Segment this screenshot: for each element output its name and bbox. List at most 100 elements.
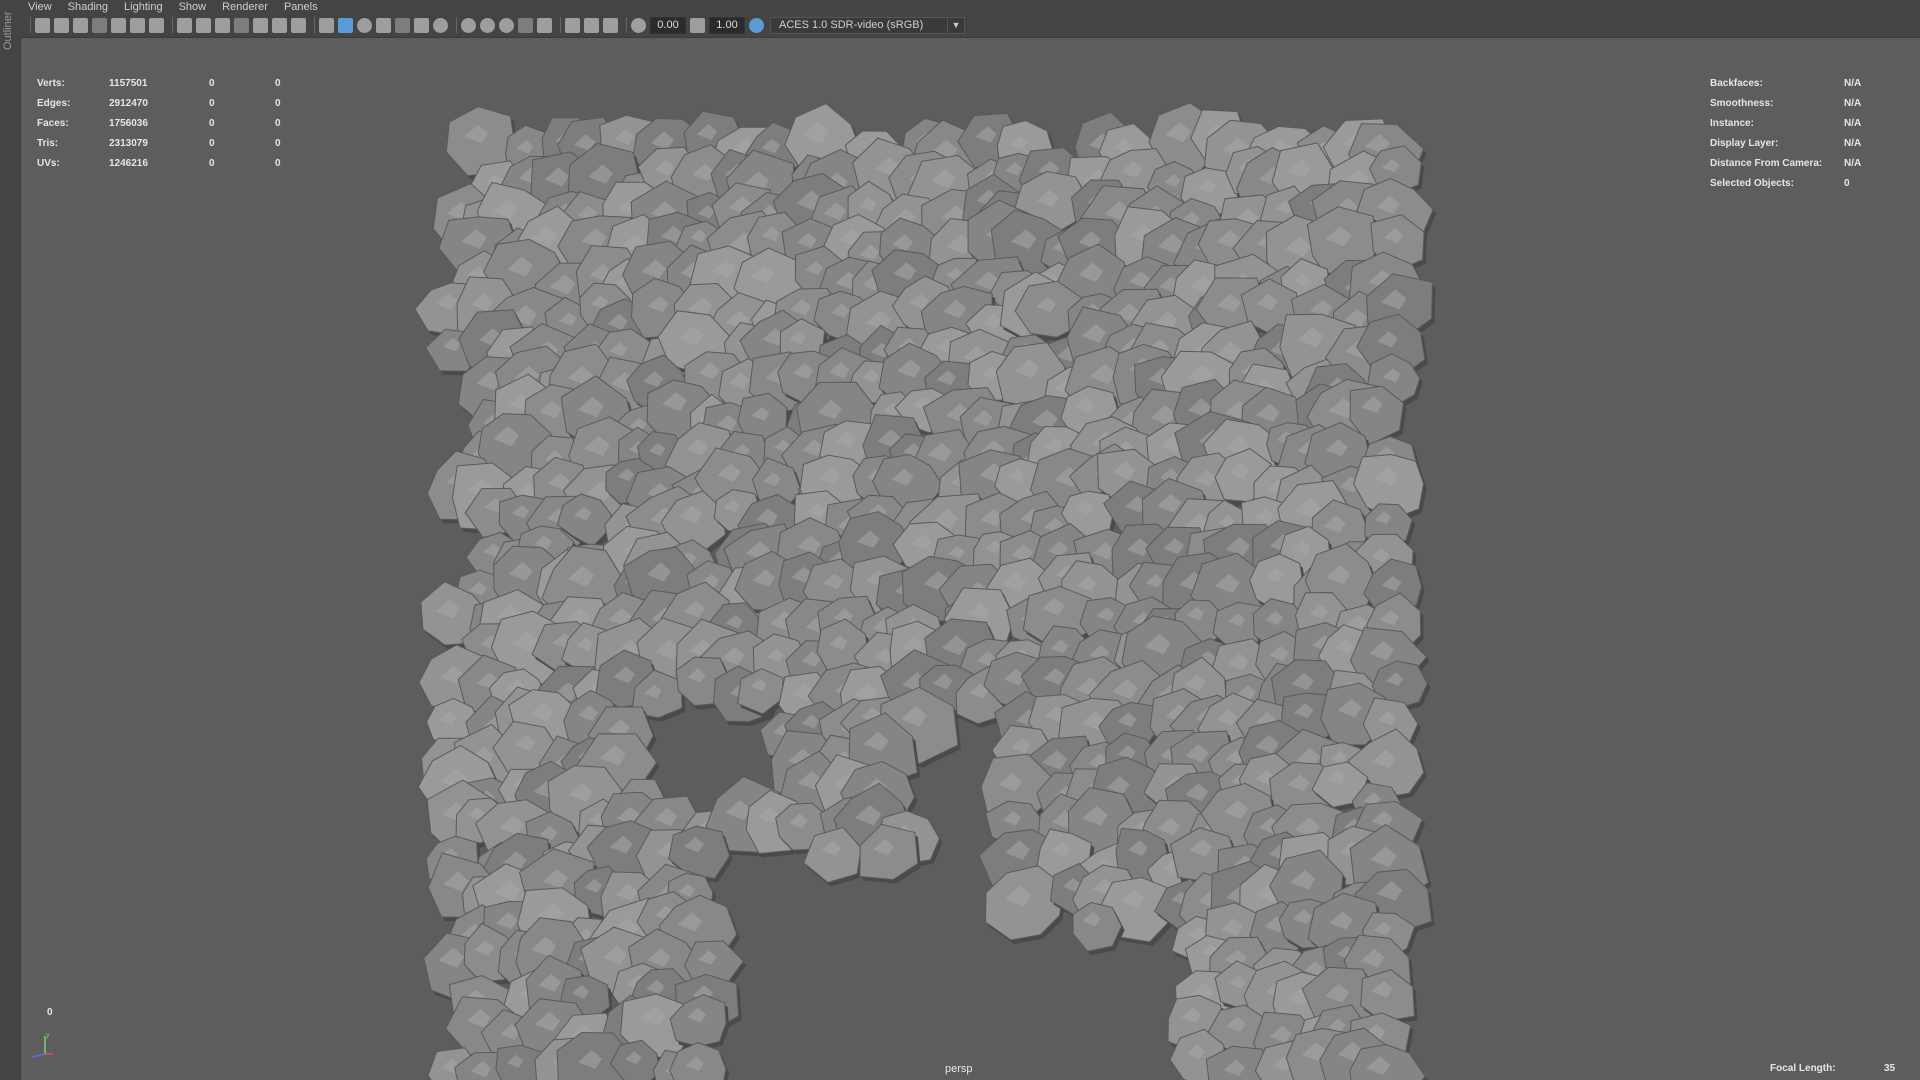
shadows-icon[interactable] bbox=[433, 17, 448, 33]
chevron-down-icon[interactable]: ▼ bbox=[947, 17, 964, 33]
color-space-label: ACES 1.0 SDR-video (sRGB) bbox=[779, 19, 924, 31]
menu-panels[interactable]: Panels bbox=[284, 1, 318, 13]
bookmarks-icon[interactable] bbox=[73, 17, 88, 33]
hud-value: 0 bbox=[209, 157, 215, 169]
textured-icon[interactable] bbox=[395, 17, 410, 33]
hud-row-edges: Edges: 2912470 0 0 bbox=[37, 93, 315, 113]
panel-menubar: View Shading Lighting Show Renderer Pane… bbox=[20, 0, 1920, 13]
hud-label: Selected Objects: bbox=[1710, 177, 1794, 189]
exposure-icon[interactable] bbox=[631, 17, 646, 33]
smooth-shade-icon[interactable] bbox=[338, 17, 353, 33]
hud-row-selected-objects: Selected Objects: 0 bbox=[1710, 173, 1861, 193]
hud-label: Verts: bbox=[37, 77, 65, 89]
focal-length-value: 35 bbox=[1884, 1063, 1896, 1074]
toolbar-separator bbox=[456, 17, 457, 33]
film-gate-icon[interactable] bbox=[196, 17, 211, 33]
hud-value: 2912470 bbox=[109, 97, 148, 109]
hud-label: Smoothness: bbox=[1710, 97, 1774, 109]
hud-value: 1246216 bbox=[109, 157, 148, 169]
hud-value: 1756036 bbox=[109, 117, 148, 129]
hud-value: N/A bbox=[1844, 157, 1862, 169]
hud-label: UVs: bbox=[37, 157, 60, 169]
toolbar-separator bbox=[172, 17, 173, 33]
wireframe-icon[interactable] bbox=[319, 17, 334, 33]
xray-icon[interactable] bbox=[565, 17, 580, 33]
axis-gizmo-icon: y bbox=[31, 1032, 53, 1058]
two-d-pan-zoom-icon[interactable] bbox=[130, 17, 145, 33]
object-details-hud: Backfaces: N/A Smoothness: N/A Instance:… bbox=[1710, 73, 1861, 193]
viewport-3d[interactable]: Verts: 1157501 0 0 Edges: 2912470 0 0 Fa… bbox=[21, 38, 1920, 1080]
hud-label: Instance: bbox=[1710, 117, 1754, 129]
hud-label: Backfaces: bbox=[1710, 77, 1763, 89]
menu-show[interactable]: Show bbox=[179, 1, 207, 13]
hud-value: 0 bbox=[275, 117, 281, 129]
frame-indicator: 0 bbox=[47, 1007, 53, 1018]
hud-value: 0 bbox=[1844, 177, 1850, 189]
hud-value: N/A bbox=[1844, 137, 1862, 149]
hud-value: N/A bbox=[1844, 97, 1862, 109]
ambient-occlusion-icon[interactable] bbox=[461, 17, 476, 33]
hud-value: N/A bbox=[1844, 77, 1862, 89]
hud-value: 0 bbox=[209, 97, 215, 109]
menu-lighting[interactable]: Lighting bbox=[124, 1, 163, 13]
hud-value: 0 bbox=[275, 137, 281, 149]
depth-of-field-icon[interactable] bbox=[518, 17, 533, 33]
anti-aliasing-icon[interactable] bbox=[499, 17, 514, 33]
focal-length-label: Focal Length: bbox=[1770, 1063, 1836, 1074]
motion-blur-icon[interactable] bbox=[480, 17, 495, 33]
hud-row-instance: Instance: N/A bbox=[1710, 113, 1861, 133]
color-space-dropdown[interactable]: ACES 1.0 SDR-video (sRGB) ▼ bbox=[770, 16, 965, 34]
gamma-field[interactable]: 1.00 bbox=[709, 16, 745, 34]
toolbar-separator bbox=[626, 17, 627, 33]
grid-icon[interactable] bbox=[177, 17, 192, 33]
camera-name: persp bbox=[945, 1063, 973, 1075]
hud-row-backfaces: Backfaces: N/A bbox=[1710, 73, 1861, 93]
safe-action-icon[interactable] bbox=[272, 17, 287, 33]
hud-value: 0 bbox=[209, 77, 215, 89]
poly-count-hud: Verts: 1157501 0 0 Edges: 2912470 0 0 Fa… bbox=[37, 73, 315, 173]
menu-view[interactable]: View bbox=[28, 1, 52, 13]
hud-label: Edges: bbox=[37, 97, 71, 109]
hud-value: 0 bbox=[275, 97, 281, 109]
resolution-gate-icon[interactable] bbox=[215, 17, 230, 33]
hud-row-uvs: UVs: 1246216 0 0 bbox=[37, 153, 315, 173]
gamma-icon[interactable] bbox=[690, 17, 705, 33]
hud-row-verts: Verts: 1157501 0 0 bbox=[37, 73, 315, 93]
hud-row-distance: Distance From Camera: N/A bbox=[1710, 153, 1861, 173]
hud-value: 0 bbox=[275, 157, 281, 169]
field-chart-icon[interactable] bbox=[253, 17, 268, 33]
hud-value: 2313079 bbox=[109, 137, 148, 149]
hud-value: 0 bbox=[209, 137, 215, 149]
outliner-label[interactable]: Outliner bbox=[2, 6, 14, 50]
hud-label: Tris: bbox=[37, 137, 59, 149]
hud-row-faces: Faces: 1756036 0 0 bbox=[37, 113, 315, 133]
use-all-lights-icon[interactable] bbox=[414, 17, 429, 33]
default-material-icon[interactable] bbox=[357, 17, 372, 33]
menu-renderer[interactable]: Renderer bbox=[222, 1, 268, 13]
menu-shading[interactable]: Shading bbox=[68, 1, 108, 13]
hud-value: 0 bbox=[275, 77, 281, 89]
color-management-icon[interactable] bbox=[749, 17, 764, 33]
axis-y-label: y bbox=[46, 1032, 50, 1039]
hud-row-smoothness: Smoothness: N/A bbox=[1710, 93, 1861, 113]
select-camera-icon[interactable] bbox=[35, 17, 50, 33]
camera-attributes-icon[interactable] bbox=[54, 17, 69, 33]
xray-joints-icon[interactable] bbox=[603, 17, 618, 33]
wireframe-on-shaded-icon[interactable] bbox=[376, 17, 391, 33]
image-plane-icon[interactable] bbox=[111, 17, 126, 33]
bookmark-icon[interactable] bbox=[92, 17, 107, 33]
xray-active-components-icon[interactable] bbox=[584, 17, 599, 33]
toolbar-separator bbox=[30, 17, 31, 33]
gate-mask-icon[interactable] bbox=[234, 17, 249, 33]
exposure-field[interactable]: 0.00 bbox=[650, 16, 686, 34]
rock-mesh bbox=[1349, 1043, 1428, 1080]
rock-pile-mesh bbox=[414, 102, 1437, 1080]
panel-toolbar: 0.00 1.00 ACES 1.0 SDR-video (sRGB) ▼ bbox=[20, 13, 1920, 38]
outliner-strip[interactable]: Outliner bbox=[0, 0, 21, 1080]
isolate-select-icon[interactable] bbox=[537, 17, 552, 33]
hud-row-tris: Tris: 2313079 0 0 bbox=[37, 133, 315, 153]
grease-pencil-icon[interactable] bbox=[149, 17, 164, 33]
hud-row-display-layer: Display Layer: N/A bbox=[1710, 133, 1861, 153]
safe-title-icon[interactable] bbox=[291, 17, 306, 33]
hud-label: Distance From Camera: bbox=[1710, 157, 1823, 169]
